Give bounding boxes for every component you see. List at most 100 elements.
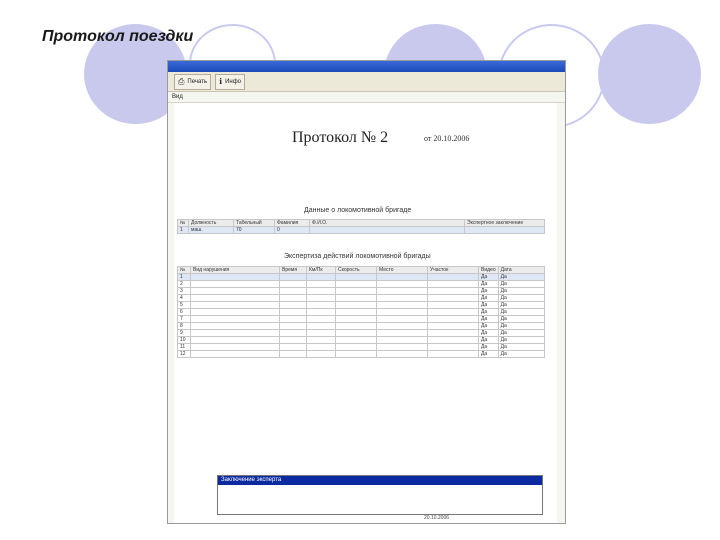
exam-cell [376,301,428,309]
exam-table-row[interactable]: 3 Да Да [177,287,546,295]
exam-table-row[interactable]: 8 Да Да [177,322,546,330]
crew-cell: 70 [233,226,275,234]
exam-cell [279,329,307,337]
crew-table: № Должность Табельный Фамилия Ф.И.О. Экс… [177,219,545,234]
exam-cell [427,315,479,323]
exam-table-row[interactable]: 12 Да Да [177,350,546,358]
exam-cell: Да [497,301,546,309]
exam-cell [376,322,428,330]
exam-table-row[interactable]: 10 Да Да [177,336,546,344]
exam-cell: Да [497,350,546,358]
window-titlebar [168,61,565,72]
exam-table-row[interactable]: 9 Да Да [177,329,546,337]
info-icon: ℹ [219,77,223,86]
exam-cell [376,294,428,302]
exam-cell: Да [478,308,499,316]
exam-cell: 11 [177,343,191,351]
exam-cell [335,350,377,358]
exam-cell: Да [497,329,546,337]
exam-col-violation: Вид нарушения [190,266,280,274]
exam-cell [427,273,479,281]
exam-col-speed: Скорость [335,266,377,274]
exam-cell [335,315,377,323]
app-window: ⎙ Печать ℹ Инфо Вид Протокол № 2 от 20.1… [167,60,566,524]
exam-cell: Да [497,280,546,288]
exam-cell: Да [478,350,499,358]
exam-cell [376,273,428,281]
exam-cell [335,343,377,351]
exam-cell [279,301,307,309]
exam-cell [190,287,280,295]
exam-cell [376,350,428,358]
exam-cell [376,315,428,323]
exam-cell [279,287,307,295]
crew-col-tabnum: Табельный [233,219,275,227]
exam-cell [376,287,428,295]
exam-cell: 2 [177,280,191,288]
bottom-date: 20.10.2006 [424,515,450,521]
crew-cell: 1 [177,226,189,234]
expert-conclusion-panel[interactable]: Заключение эксперта [217,475,543,515]
exam-table-row[interactable]: 4 Да Да [177,294,546,302]
expert-conclusion-header: Заключение эксперта [218,476,542,485]
exam-cell [427,343,479,351]
exam-col-num: № [177,266,191,274]
exam-table-row[interactable]: 6 Да Да [177,308,546,316]
exam-cell [279,336,307,344]
exam-cell [306,336,336,344]
exam-cell [306,308,336,316]
exam-cell [190,350,280,358]
info-button[interactable]: ℹ Инфо [215,73,246,90]
exam-cell [427,322,479,330]
exam-cell [376,329,428,337]
exam-col-video: Видео [478,266,499,274]
exam-cell: Да [497,315,546,323]
exam-cell [427,329,479,337]
exam-table-row[interactable]: 11 Да Да [177,343,546,351]
decor-circle-5 [598,24,701,124]
exam-section-title: Экспертиза действий локомотивной бригады [284,253,431,260]
crew-table-row[interactable]: 1 маш. 70 0 [177,226,545,234]
exam-cell: 9 [177,329,191,337]
protocol-date: от 20.10.2006 [424,134,470,143]
exam-cell [279,280,307,288]
exam-cell: Да [478,280,499,288]
exam-cell [427,294,479,302]
exam-table-row[interactable]: 1 Да Да [177,273,546,281]
crew-col-fullname: Ф.И.О. [309,219,465,227]
exam-table-row[interactable]: 2 Да Да [177,280,546,288]
exam-cell: 6 [177,308,191,316]
exam-cell: Да [497,287,546,295]
exam-cell [427,308,479,316]
exam-cell [335,273,377,281]
exam-cell [427,350,479,358]
exam-cell: Да [478,322,499,330]
exam-cell [190,322,280,330]
exam-cell [190,280,280,288]
exam-cell: 10 [177,336,191,344]
menu-item-view[interactable]: Вид [172,94,183,100]
exam-cell [279,350,307,358]
print-button-label: Печать [187,78,208,85]
exam-cell [190,273,280,281]
exam-cell: 4 [177,294,191,302]
print-button[interactable]: ⎙ Печать [174,73,212,90]
exam-cell [376,336,428,344]
exam-cell [427,287,479,295]
exam-cell [306,280,336,288]
exam-cell [376,308,428,316]
exam-table-row[interactable]: 7 Да Да [177,315,546,323]
crew-col-num: № [177,219,189,227]
exam-table-row[interactable]: 5 Да Да [177,301,546,309]
exam-cell: Да [478,273,499,281]
exam-cell: Да [478,315,499,323]
exam-cell: Да [478,336,499,344]
crew-cell: маш. [188,226,234,234]
exam-cell [279,308,307,316]
protocol-document: Протокол № 2 от 20.10.2006 Данные о локо… [174,103,557,523]
crew-section-title: Данные о локомотивной бригаде [304,207,412,214]
exam-cell [279,322,307,330]
exam-cell: Да [497,294,546,302]
menu-bar: Вид [168,92,565,103]
exam-cell [190,301,280,309]
